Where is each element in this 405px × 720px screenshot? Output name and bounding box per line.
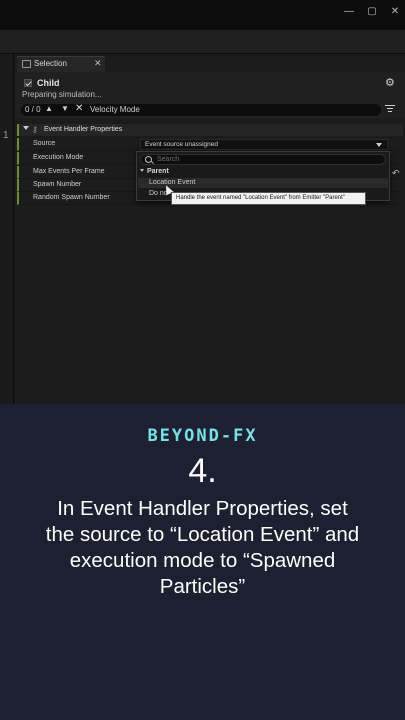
source-combo-box[interactable]: Event source unassigned xyxy=(140,139,388,150)
close-window-button[interactable]: ✕ xyxy=(384,4,405,20)
dropdown-item-location-event[interactable]: Location Event xyxy=(138,178,388,188)
section-title: Event Handler Properties xyxy=(44,126,123,133)
toolbar-strip xyxy=(0,30,405,54)
status-text: Preparing simulation... xyxy=(22,90,102,99)
tooltip: Handle the event named "Location Event" … xyxy=(171,192,366,205)
caption-panel: BEYOND-FX 4. In Event Handler Properties… xyxy=(0,404,405,720)
chevron-down-icon[interactable]: ▼ xyxy=(61,104,69,113)
tab-selection[interactable]: Selection ✕ xyxy=(17,56,105,72)
filter-icon[interactable] xyxy=(385,104,395,114)
property-label: Random Spawn Number xyxy=(33,194,110,201)
property-label: Source xyxy=(33,140,56,147)
window-titlebar: — ▢ ✕ xyxy=(0,0,405,30)
chevron-up-icon[interactable]: ▲ xyxy=(45,104,53,113)
property-label: Execution Mode xyxy=(33,154,84,161)
gear-icon[interactable]: ⚙ xyxy=(385,76,395,89)
dropdown-search-input[interactable]: Search xyxy=(140,154,386,165)
left-panel-edge: 1 xyxy=(0,54,14,404)
collapse-arrow-icon xyxy=(140,169,144,172)
property-label: Max Events Per Frame xyxy=(33,168,105,175)
group-label: Parent xyxy=(147,168,169,175)
section-event-handler-properties[interactable]: ⚷ Event Handler Properties xyxy=(17,124,403,136)
collapse-arrow-icon[interactable] xyxy=(23,126,29,130)
step-number: 4. xyxy=(188,452,217,490)
brand-logo: BEYOND-FX xyxy=(147,426,258,446)
item-label: Location Event xyxy=(149,179,196,186)
enabled-checkbox[interactable] xyxy=(24,79,32,87)
reset-icon[interactable]: ↶ xyxy=(392,168,400,179)
search-input[interactable]: Velocity Mode xyxy=(90,105,140,114)
key-icon: ⚷ xyxy=(32,125,38,134)
panel-icon xyxy=(22,60,31,68)
editor-area: — ▢ ✕ 1 Selection ✕ Child Preparing simu… xyxy=(0,0,405,404)
instruction-text: In Event Handler Properties, set the sou… xyxy=(45,497,360,598)
match-count: 0 / 0 xyxy=(25,105,41,114)
selection-name: Child xyxy=(37,78,60,88)
tooltip-text: Handle the event named "Location Event" … xyxy=(176,195,345,201)
left-panel-glyph: 1 xyxy=(3,130,9,141)
property-row-source: Source Event source unassigned xyxy=(17,138,403,151)
chevron-down-icon xyxy=(376,143,382,147)
source-value: Event source unassigned xyxy=(145,141,218,148)
clear-search-icon[interactable]: ✕ xyxy=(75,103,83,114)
search-bar[interactable]: 0 / 0 ▲ ▼ ✕ Velocity Mode xyxy=(21,103,381,116)
dropdown-group-parent[interactable]: Parent xyxy=(140,168,169,175)
maximize-button[interactable]: ▢ xyxy=(361,4,383,20)
search-placeholder: Search xyxy=(157,156,180,163)
selection-panel: Selection ✕ Child Preparing simulation..… xyxy=(15,54,405,404)
search-icon xyxy=(145,156,152,163)
tab-row: Selection ✕ xyxy=(15,56,405,72)
property-label: Spawn Number xyxy=(33,181,82,188)
tab-label: Selection xyxy=(34,59,67,68)
minimize-button[interactable]: — xyxy=(338,4,360,20)
column-divider[interactable] xyxy=(137,138,138,151)
close-icon[interactable]: ✕ xyxy=(94,58,102,69)
